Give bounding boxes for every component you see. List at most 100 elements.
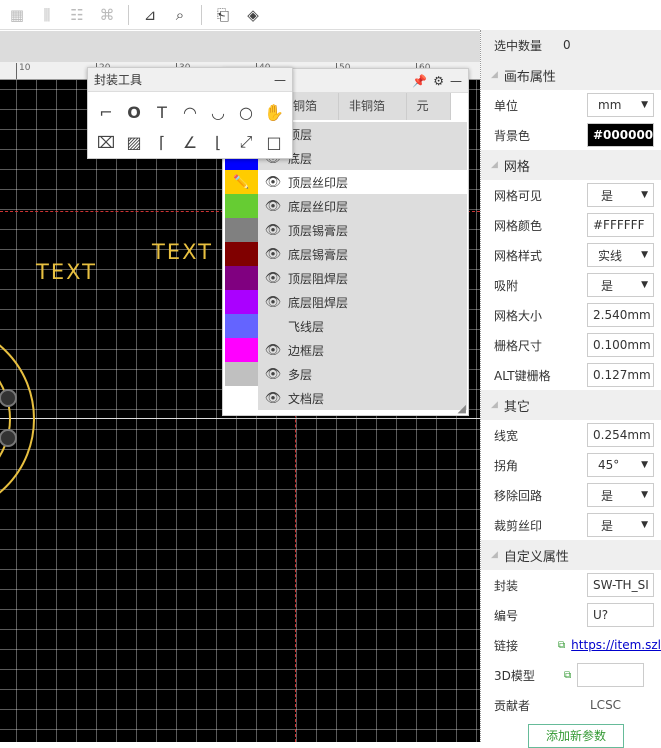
outline-circle	[0, 344, 35, 494]
minimize-button[interactable]: —	[274, 73, 286, 87]
bg-color-input[interactable]: #000000	[587, 123, 654, 147]
layer-list: 👁顶层👁底层✏️👁顶层丝印层👁底层丝印层👁顶层锡膏层👁底层锡膏层👁顶层阻焊层👁底…	[223, 122, 468, 410]
label: 单位	[494, 98, 519, 113]
layer-row[interactable]: 👁 底层阻焊层	[225, 290, 467, 314]
track-tool-icon[interactable]: ⌐	[92, 98, 120, 126]
line-width-input[interactable]: 0.254mm	[587, 423, 654, 447]
label: 网格样式	[494, 248, 543, 263]
value: 是	[601, 488, 614, 503]
clip-silk-select[interactable]: 是 ▼	[587, 513, 654, 537]
gear-icon[interactable]: ⚙	[433, 74, 444, 88]
layer-color-swatch[interactable]	[225, 362, 258, 386]
layer-name: 底层丝印层	[288, 199, 349, 214]
link-value[interactable]: https://item.szl	[571, 638, 661, 652]
eye-icon[interactable]: 👁	[258, 367, 288, 382]
prefix-input[interactable]: U?	[587, 603, 654, 627]
layer-color-swatch[interactable]	[225, 338, 258, 362]
eye-icon[interactable]: 👁	[258, 175, 288, 190]
layer-color-swatch[interactable]: ✏️	[225, 170, 258, 194]
layer-color-swatch[interactable]	[225, 242, 258, 266]
grid-size-input[interactable]: 2.540mm	[587, 303, 654, 327]
section-canvas[interactable]: ◢ 画布属性	[481, 60, 661, 90]
distribute-icon[interactable]: ☷	[64, 3, 90, 27]
center-arc-tool-icon[interactable]: ◡	[204, 98, 232, 126]
unit-select[interactable]: mm ▼	[587, 93, 654, 117]
package-input[interactable]: SW-TH_SI	[587, 573, 654, 597]
layer-row[interactable]: 👁 顶层锡膏层	[225, 218, 467, 242]
remove-loop-select[interactable]: 是 ▼	[587, 483, 654, 507]
pad-tool-icon[interactable]: O	[120, 98, 148, 126]
divider	[201, 4, 202, 25]
rect-tool-icon[interactable]: □	[260, 128, 288, 156]
grid-icon[interactable]: ▦	[4, 3, 30, 27]
find-icon[interactable]: ⌕	[167, 3, 193, 27]
grid-color-input[interactable]: #FFFFFF	[587, 213, 654, 237]
layer-row[interactable]: 👁 边框层	[225, 338, 467, 362]
group-icon[interactable]: ⌘	[94, 3, 120, 27]
section-other[interactable]: ◢ 其它	[481, 390, 661, 420]
text-tool-icon[interactable]: T	[148, 98, 176, 126]
measure-tool-icon[interactable]: ⤢	[232, 128, 260, 156]
pad[interactable]	[0, 429, 17, 447]
external-link-icon[interactable]: ⧉	[558, 640, 565, 651]
layer-row[interactable]: 👁 多层	[225, 362, 467, 386]
collapse-icon: ◢	[491, 550, 498, 560]
pin-icon[interactable]: 📌	[412, 74, 427, 88]
minimize-button[interactable]: —	[450, 74, 462, 88]
footprint-outline[interactable]	[0, 80, 120, 742]
silk-text[interactable]: TEXT	[152, 240, 213, 264]
layer-color-swatch[interactable]	[225, 386, 258, 410]
solid-region-icon[interactable]: ⌊	[204, 128, 232, 156]
hole-tool-icon[interactable]: ⌧	[92, 128, 120, 156]
tab-elements[interactable]: 元素	[407, 93, 451, 140]
label: 背景色	[494, 128, 531, 143]
eye-icon[interactable]: 👁	[258, 271, 288, 286]
layers-icon[interactable]: ◈	[240, 3, 266, 27]
eye-icon[interactable]: 👁	[258, 295, 288, 310]
eye-icon[interactable]: 👁	[258, 247, 288, 262]
section-custom[interactable]: ◢ 自定义属性	[481, 540, 661, 570]
layer-color-swatch[interactable]	[225, 218, 258, 242]
pan-hand-icon[interactable]: ✋	[260, 98, 288, 126]
import-icon[interactable]: ⎗	[210, 3, 236, 27]
align-icon[interactable]: ⫼	[34, 3, 60, 27]
layer-row[interactable]: 👁 文档层	[225, 386, 467, 410]
grid-visible-select[interactable]: 是 ▼	[587, 183, 654, 207]
eye-icon[interactable]: 👁	[258, 343, 288, 358]
grid-style-select[interactable]: 实线 ▼	[587, 243, 654, 267]
external-link-icon[interactable]: ⧉	[564, 670, 571, 681]
layer-row[interactable]: 👁 底层丝印层	[225, 194, 467, 218]
layer-row[interactable]: 飞线层	[225, 314, 467, 338]
layer-color-swatch[interactable]	[225, 266, 258, 290]
section-grid[interactable]: ◢ 网格	[481, 150, 661, 180]
layer-color-swatch[interactable]	[225, 290, 258, 314]
footprint-tools-panel: 封装工具 — ⌐ O T ◠ ◡ ○ ✋ ⌧ ▨ ⌈ ∠ ⌊ ⤢ □	[87, 67, 293, 159]
dimension-tool-icon[interactable]: ⌈	[148, 128, 176, 156]
tab-non-copper[interactable]: 非铜箔层	[339, 93, 407, 140]
snap-select[interactable]: 是 ▼	[587, 273, 654, 297]
label: 网格颜色	[494, 218, 543, 233]
eye-icon[interactable]: 👁	[258, 223, 288, 238]
add-param-button[interactable]: 添加新参数	[528, 724, 624, 748]
layer-row[interactable]: 👁 底层锡膏层	[225, 242, 467, 266]
corner-select[interactable]: 45° ▼	[587, 453, 654, 477]
circle-tool-icon[interactable]: ○	[232, 98, 260, 126]
measure-icon[interactable]: ⊿	[137, 3, 163, 27]
layer-color-swatch[interactable]	[225, 314, 258, 338]
collapse-icon: ◢	[491, 400, 498, 410]
image-tool-icon[interactable]: ▨	[120, 128, 148, 156]
eye-icon[interactable]: 👁	[258, 391, 288, 406]
layer-row[interactable]: ✏️ 👁 顶层丝印层	[225, 170, 467, 194]
layer-name: 顶层丝印层	[288, 175, 349, 190]
resize-handle[interactable]: ◢	[458, 402, 466, 415]
snap-size-input[interactable]: 0.100mm	[587, 333, 654, 357]
layer-color-swatch[interactable]	[225, 194, 258, 218]
model-input[interactable]	[577, 663, 645, 687]
eye-icon[interactable]: 👁	[258, 199, 288, 214]
arc-tool-icon[interactable]: ◠	[176, 98, 204, 126]
alt-snap-input[interactable]: 0.127mm	[587, 363, 654, 387]
layer-row[interactable]: 👁 顶层阻焊层	[225, 266, 467, 290]
pad[interactable]	[0, 389, 17, 407]
angle-tool-icon[interactable]: ∠	[176, 128, 204, 156]
label: 网格可见	[494, 188, 543, 203]
